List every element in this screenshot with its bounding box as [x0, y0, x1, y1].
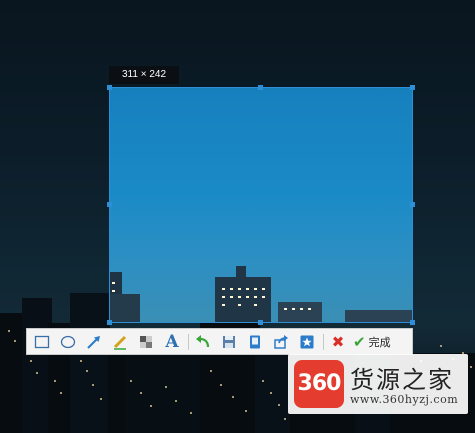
capture-toolbar: A ✖ ✔ 完成 — [26, 328, 413, 355]
selection-size-label: 311 × 242 — [109, 66, 179, 84]
site-url: www.360hyzj.com — [350, 393, 459, 406]
building — [345, 310, 412, 322]
cancel-icon: ✖ — [331, 332, 345, 351]
save-button[interactable] — [218, 331, 240, 353]
ellipse-icon — [60, 335, 76, 348]
pin-icon — [300, 335, 314, 348]
undo-icon — [196, 334, 210, 347]
pen-tool-button[interactable] — [109, 331, 131, 353]
text-icon: A — [165, 331, 179, 352]
copy-icon — [250, 335, 260, 348]
check-icon: ✔ — [353, 332, 366, 351]
arrow-icon — [87, 335, 100, 349]
arrow-tool-button[interactable] — [83, 331, 105, 353]
done-button[interactable]: ✔ 完成 — [353, 331, 395, 353]
building — [236, 266, 246, 322]
building — [278, 302, 322, 322]
rectangle-icon — [34, 335, 50, 348]
share-button[interactable] — [270, 331, 292, 353]
ellipse-tool-button[interactable] — [57, 331, 79, 353]
cancel-button[interactable]: ✖ — [327, 331, 349, 353]
resize-handle-bottom-left[interactable] — [107, 320, 112, 325]
brand-name: 货源之家 — [350, 366, 454, 394]
mosaic-icon — [140, 335, 152, 348]
mosaic-tool-button[interactable] — [135, 331, 157, 353]
rectangle-tool-button[interactable] — [31, 331, 53, 353]
copy-button[interactable] — [244, 331, 266, 353]
toolbar-divider — [323, 333, 324, 350]
logo-360: 360 — [294, 360, 344, 408]
resize-handle-top[interactable] — [258, 85, 263, 90]
resize-handle-left[interactable] — [107, 202, 112, 207]
site-watermark: 360 货源之家 www.360hyzj.com — [288, 354, 468, 414]
pen-icon — [113, 335, 127, 350]
save-icon — [223, 335, 235, 348]
resize-handle-top-right[interactable] — [410, 85, 415, 90]
done-label: 完成 — [368, 336, 391, 349]
text-tool-button[interactable]: A — [161, 331, 183, 353]
resize-handle-bottom[interactable] — [258, 320, 263, 325]
toolbar-divider — [188, 333, 189, 350]
pin-button[interactable] — [296, 331, 318, 353]
resize-handle-top-left[interactable] — [107, 85, 112, 90]
share-icon — [274, 334, 288, 349]
capture-selection[interactable] — [109, 87, 413, 323]
resize-handle-bottom-right[interactable] — [410, 320, 415, 325]
undo-button[interactable] — [192, 331, 214, 353]
resize-handle-right[interactable] — [410, 202, 415, 207]
building — [110, 294, 140, 322]
